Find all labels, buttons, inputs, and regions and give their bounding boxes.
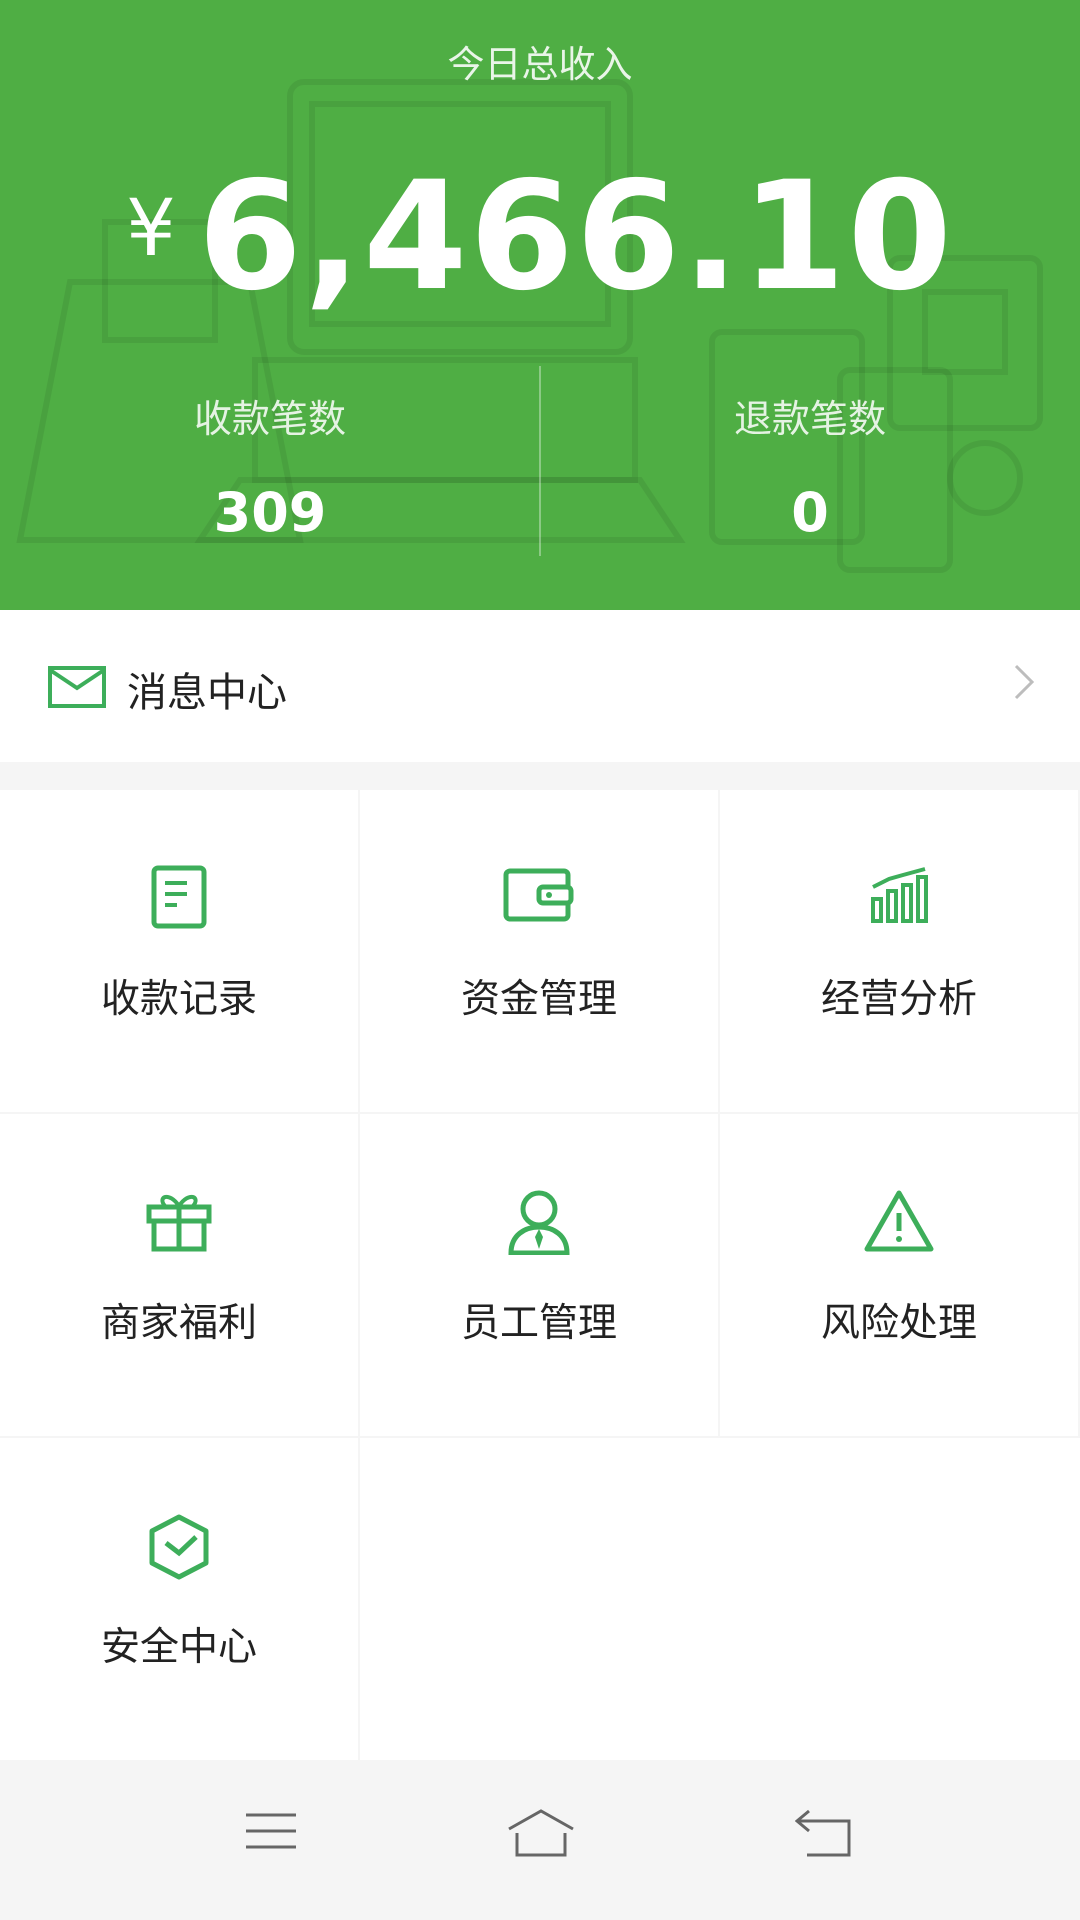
grid-item-label: 经营分析 [820,977,977,1022]
grid-item-label: 风险处理 [820,1301,977,1346]
bar-chart-icon [871,867,928,923]
document-icon [151,865,207,929]
message-center-label: 消息中心 [127,670,287,716]
gift-icon [146,1195,212,1252]
grid-item-label: 安全中心 [100,1625,257,1670]
grid-item-label: 资金管理 [460,977,617,1022]
payment-count-value: 309 [213,481,327,544]
warning-icon [864,1190,934,1252]
grid-item-business-analysis[interactable]: 经营分析 [720,790,1078,1112]
grid-item-label: 员工管理 [460,1301,617,1346]
envelope-icon [48,666,106,708]
grid-empty-space [360,1438,1080,1760]
refund-count-label: 退款笔数 [733,397,886,441]
refund-count-value: 0 [791,481,829,544]
menu-icon[interactable] [244,1807,298,1857]
payment-count-label: 收款笔数 [193,397,346,441]
payment-count-stat[interactable]: 收款笔数 309 [0,388,540,544]
home-icon[interactable] [505,1807,577,1859]
grid-item-label: 收款记录 [100,977,257,1022]
today-income-title: 今日总收入 [447,43,633,86]
chevron-right-icon [1014,664,1035,700]
grid-item-merchant-benefits[interactable]: 商家福利 [0,1114,358,1436]
grid-item-staff-management[interactable]: 员工管理 [360,1114,718,1436]
grid-item-label: 商家福利 [100,1301,257,1346]
grid-item-risk-handling[interactable]: 风险处理 [720,1114,1078,1436]
grid-item-security-center[interactable]: 安全中心 [0,1438,358,1760]
currency-symbol: ¥ [126,184,176,274]
refund-count-stat[interactable]: 退款笔数 0 [540,388,1080,544]
employee-icon [508,1190,570,1255]
grid-item-fund-management[interactable]: 资金管理 [360,790,718,1112]
system-navigation-bar [0,1762,1080,1920]
wallet-icon [503,868,574,922]
income-header: 今日总收入 ¥6,466.10 收款笔数 309 退款笔数 0 [0,0,1080,610]
total-amount-value: 6,466.10 [197,150,954,324]
total-amount: ¥6,466.10 [0,150,1080,324]
grid-item-payment-records[interactable]: 收款记录 [0,790,358,1112]
message-center-row[interactable]: 消息中心 [0,610,1080,762]
back-icon[interactable] [795,1807,853,1859]
shield-icon [149,1514,209,1580]
